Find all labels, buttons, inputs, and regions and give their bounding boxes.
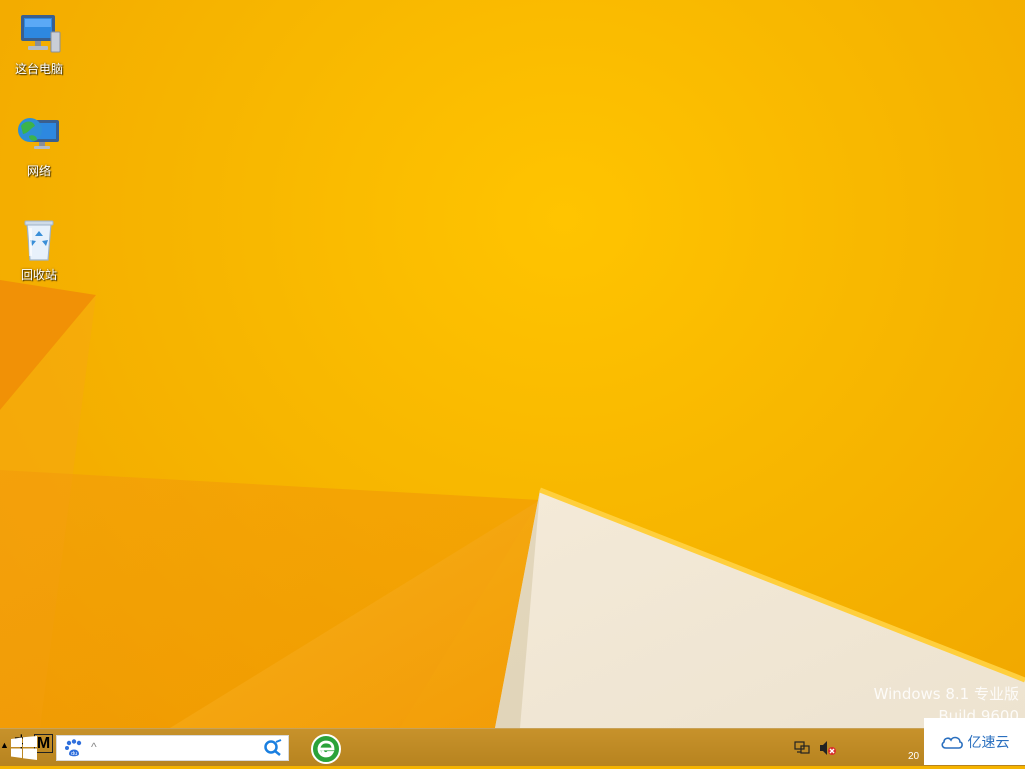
watermark-edition: Windows 8.1 专业版 (873, 685, 1019, 703)
taskbar: du ^ ▲ 中 M (0, 728, 1025, 766)
windows-logo-icon (11, 736, 37, 760)
desktop-icon-recycle-bin[interactable]: 回收站 (7, 216, 71, 283)
svg-text:du: du (71, 751, 77, 757)
search-input[interactable] (105, 739, 269, 759)
network-tray-icon[interactable] (794, 740, 810, 761)
taskbar-clock[interactable]: 20 (908, 751, 919, 762)
ie-browser-icon (311, 734, 341, 764)
desktop-icon-this-pc[interactable]: 这台电脑 (7, 10, 71, 77)
desktop: 这台电脑 网络 回收站 Windows 8.1 专业版 Build 9600 (0, 0, 1025, 728)
desktop-icon-label: 这台电脑 (14, 62, 63, 76)
wallpaper (0, 280, 1025, 728)
start-button[interactable] (8, 734, 40, 762)
baidu-paw-icon[interactable]: du (64, 739, 84, 762)
brand-overlay: 亿速云 (924, 718, 1025, 765)
cloud-logo-icon (940, 736, 963, 749)
volume-muted-icon[interactable] (819, 740, 837, 761)
brand-text: 亿速云 (967, 734, 1010, 751)
desktop-icon-label: 网络 (26, 164, 51, 178)
search-q-icon[interactable] (263, 739, 283, 762)
search-dropdown-caret[interactable]: ^ (91, 740, 97, 754)
taskbar-item-browser[interactable] (311, 734, 341, 769)
search-box[interactable]: du ^ (56, 735, 289, 761)
desktop-icon-network[interactable]: 网络 (7, 112, 71, 179)
network-icon (15, 112, 63, 160)
desktop-icon-label: 回收站 (20, 268, 57, 282)
computer-icon (15, 10, 63, 58)
recycle-bin-icon (15, 216, 63, 264)
